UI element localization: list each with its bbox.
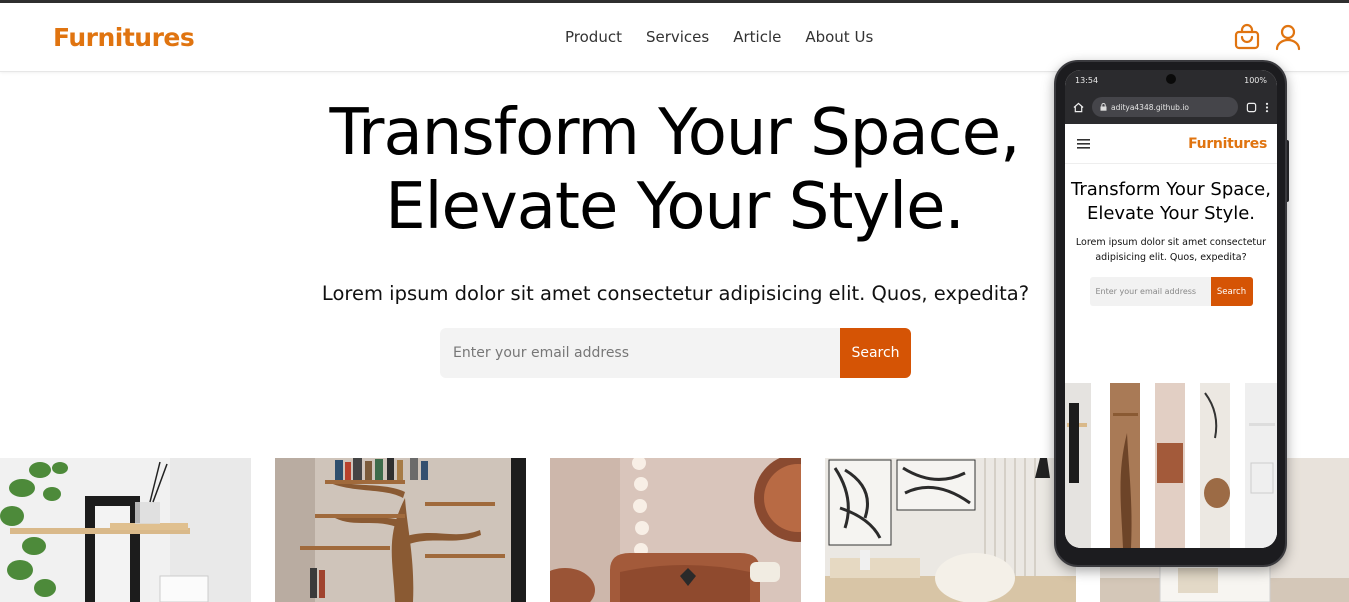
nav-link-article[interactable]: Article (733, 28, 781, 46)
gallery-card-tree-bookshelf[interactable] (275, 458, 526, 602)
brand-logo[interactable]: Furnitures (53, 23, 195, 52)
phone-search-button[interactable]: Search (1210, 277, 1253, 306)
shopping-bag-icon[interactable] (1233, 23, 1261, 51)
shelf-plant-photo (0, 458, 251, 602)
home-icon[interactable] (1073, 102, 1084, 113)
phone-email-form: Search (1065, 277, 1277, 306)
main-nav: Product Services Article About Us (565, 28, 873, 46)
phone-camera-notch (1166, 74, 1176, 84)
nav-link-product[interactable]: Product (565, 28, 622, 46)
search-button[interactable]: Search (840, 328, 911, 378)
phone-url-text: aditya4348.github.io (1111, 102, 1189, 112)
lock-icon (1100, 103, 1107, 111)
user-icon[interactable] (1274, 23, 1302, 51)
phone-url-field[interactable]: aditya4348.github.io (1092, 97, 1238, 117)
phone-mockup: 13:54 100% aditya4348.github.io Furnitur… (1054, 60, 1287, 567)
tabs-icon[interactable] (1246, 102, 1257, 113)
gallery-card-shelf[interactable] (0, 458, 251, 602)
phone-brand-logo[interactable]: Furnitures (1188, 136, 1267, 152)
lounge-sofa-photo (550, 458, 801, 602)
phone-hero-title: Transform Your Space, Elevate Your Style… (1071, 179, 1271, 224)
phone-time: 13:54 (1075, 75, 1099, 85)
gallery-card-lounge[interactable] (550, 458, 801, 602)
hamburger-menu-icon[interactable] (1077, 138, 1090, 149)
email-input[interactable] (440, 328, 840, 378)
more-icon[interactable] (1265, 102, 1269, 113)
phone-gallery (1065, 383, 1277, 548)
phone-screen: 13:54 100% aditya4348.github.io Furnitur… (1065, 70, 1277, 548)
phone-email-input[interactable] (1089, 277, 1211, 306)
phone-hero-subtitle: Lorem ipsum dolor sit amet consectetur a… (1075, 237, 1267, 263)
gallery-card-living-room[interactable] (825, 458, 1076, 602)
phone-gallery-strip (1065, 383, 1277, 548)
hero-title-line-1: Transform Your Space, (329, 96, 1020, 170)
phone-battery: 100% (1244, 75, 1267, 85)
phone-browser-bar: aditya4348.github.io (1065, 90, 1277, 124)
living-room-photo (825, 458, 1076, 602)
tree-bookshelf-photo (275, 458, 526, 602)
hero-title-line-2: Elevate Your Style. (385, 170, 965, 244)
nav-link-about-us[interactable]: About Us (805, 28, 873, 46)
phone-site-header: Furnitures (1065, 124, 1277, 164)
nav-link-services[interactable]: Services (646, 28, 709, 46)
